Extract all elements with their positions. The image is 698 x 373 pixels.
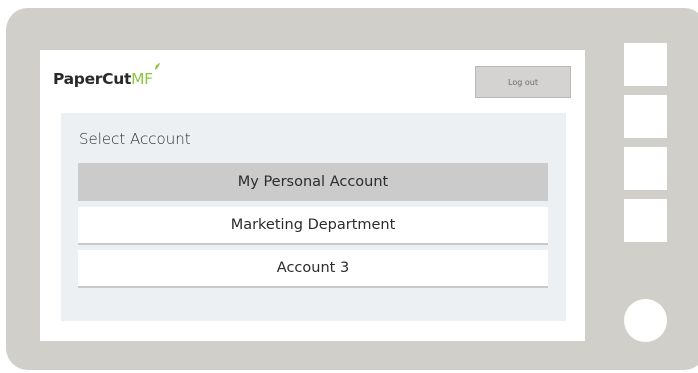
touch-screen: PaperCutMF Log out Select Account My Per… (40, 50, 585, 341)
panel-title: Select Account (79, 130, 191, 148)
logo-text-mf: MF (131, 63, 160, 88)
account-option-marketing-department[interactable]: Marketing Department (78, 207, 548, 245)
logout-button[interactable]: Log out (475, 66, 571, 98)
leaf-icon (154, 63, 160, 70)
account-option-my-personal-account[interactable]: My Personal Account (78, 163, 548, 201)
hardware-button-1[interactable] (624, 43, 667, 86)
logo-text-papercut: PaperCut (53, 70, 132, 88)
account-option-account-3[interactable]: Account 3 (78, 250, 548, 288)
hardware-button-2[interactable] (624, 95, 667, 138)
hardware-button-3[interactable] (624, 147, 667, 190)
papercut-mf-logo: PaperCutMF (53, 63, 160, 88)
select-account-panel: Select Account My Personal Account Marke… (61, 113, 566, 321)
round-hardware-button[interactable] (624, 299, 667, 342)
hardware-button-4[interactable] (624, 199, 667, 242)
